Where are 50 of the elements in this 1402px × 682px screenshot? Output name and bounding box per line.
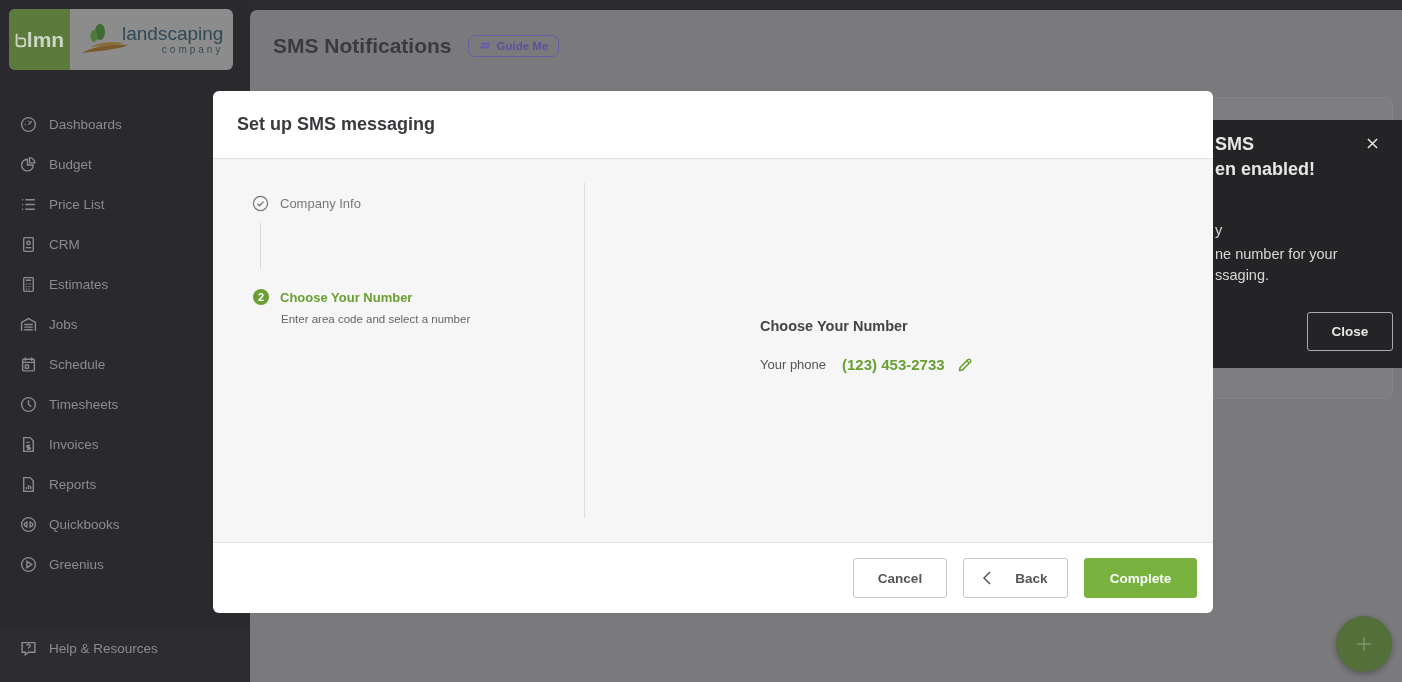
calendar-icon	[20, 355, 37, 373]
sidebar-item[interactable]: Price List	[0, 184, 249, 224]
phone-label: Your phone	[760, 357, 827, 372]
sidebar-item[interactable]: Estimates	[0, 264, 249, 304]
toast-title: SMS	[1215, 133, 1254, 156]
panel-heading: Choose Your Number	[760, 318, 909, 334]
garage-icon	[20, 315, 37, 333]
sidebar-item[interactable]: Quickbooks	[0, 504, 249, 544]
toast-title: en enabled!	[1215, 158, 1316, 181]
logo-tagline: company	[161, 44, 224, 55]
phone-number: (123) 453-2733	[842, 356, 945, 373]
step-label: Choose Your Number	[280, 289, 413, 305]
back-button[interactable]: Back	[963, 558, 1068, 598]
step-description: Enter area code and select a number	[281, 313, 472, 325]
calculator-icon	[20, 275, 37, 293]
complete-button[interactable]: Complete	[1084, 558, 1197, 598]
gauge-icon	[20, 115, 37, 133]
sidebar-item[interactable]: Jobs	[0, 304, 249, 344]
chevron-left-icon	[983, 571, 992, 585]
sidebar-item[interactable]: Schedule	[0, 344, 249, 384]
toast-text: ssaging.	[1215, 266, 1269, 285]
clock-icon	[20, 395, 37, 413]
quickbooks-icon	[20, 515, 37, 533]
pencil-icon[interactable]	[956, 356, 973, 373]
logo-name: landscaping	[122, 24, 224, 44]
id-card-icon	[20, 235, 37, 253]
toast-text: ne number for your	[1215, 245, 1338, 264]
sidebar-item[interactable]: Timesheets	[0, 384, 249, 424]
sidebar-item[interactable]: Help & Resources	[0, 628, 249, 668]
sidebar-item[interactable]: Budget	[0, 144, 249, 184]
dialog-title: Set up SMS messaging	[237, 114, 436, 135]
plus-icon	[1355, 635, 1373, 653]
play-icon	[20, 555, 37, 573]
sidebar-item[interactable]: Reports	[0, 464, 249, 504]
logo-badge-text: lmn	[26, 27, 65, 52]
pie-chart-icon	[20, 155, 37, 173]
cancel-button[interactable]: Cancel	[853, 558, 947, 598]
sidebar-item[interactable]: CRM	[0, 224, 249, 264]
step-label: Company Info	[280, 196, 361, 211]
check-circle-icon	[252, 195, 269, 212]
help-icon	[20, 639, 37, 657]
page-title: SMS Notifications	[273, 34, 452, 58]
report-icon	[20, 475, 37, 493]
step-number: 2	[253, 289, 269, 305]
toast-text: y	[1215, 221, 1223, 240]
close-button[interactable]: Close	[1307, 312, 1393, 351]
sidebar-item[interactable]: Invoices	[0, 424, 249, 464]
close-icon[interactable]	[1367, 138, 1378, 149]
sidebar-item[interactable]: Greenius	[0, 544, 249, 584]
invoice-icon	[20, 435, 37, 453]
